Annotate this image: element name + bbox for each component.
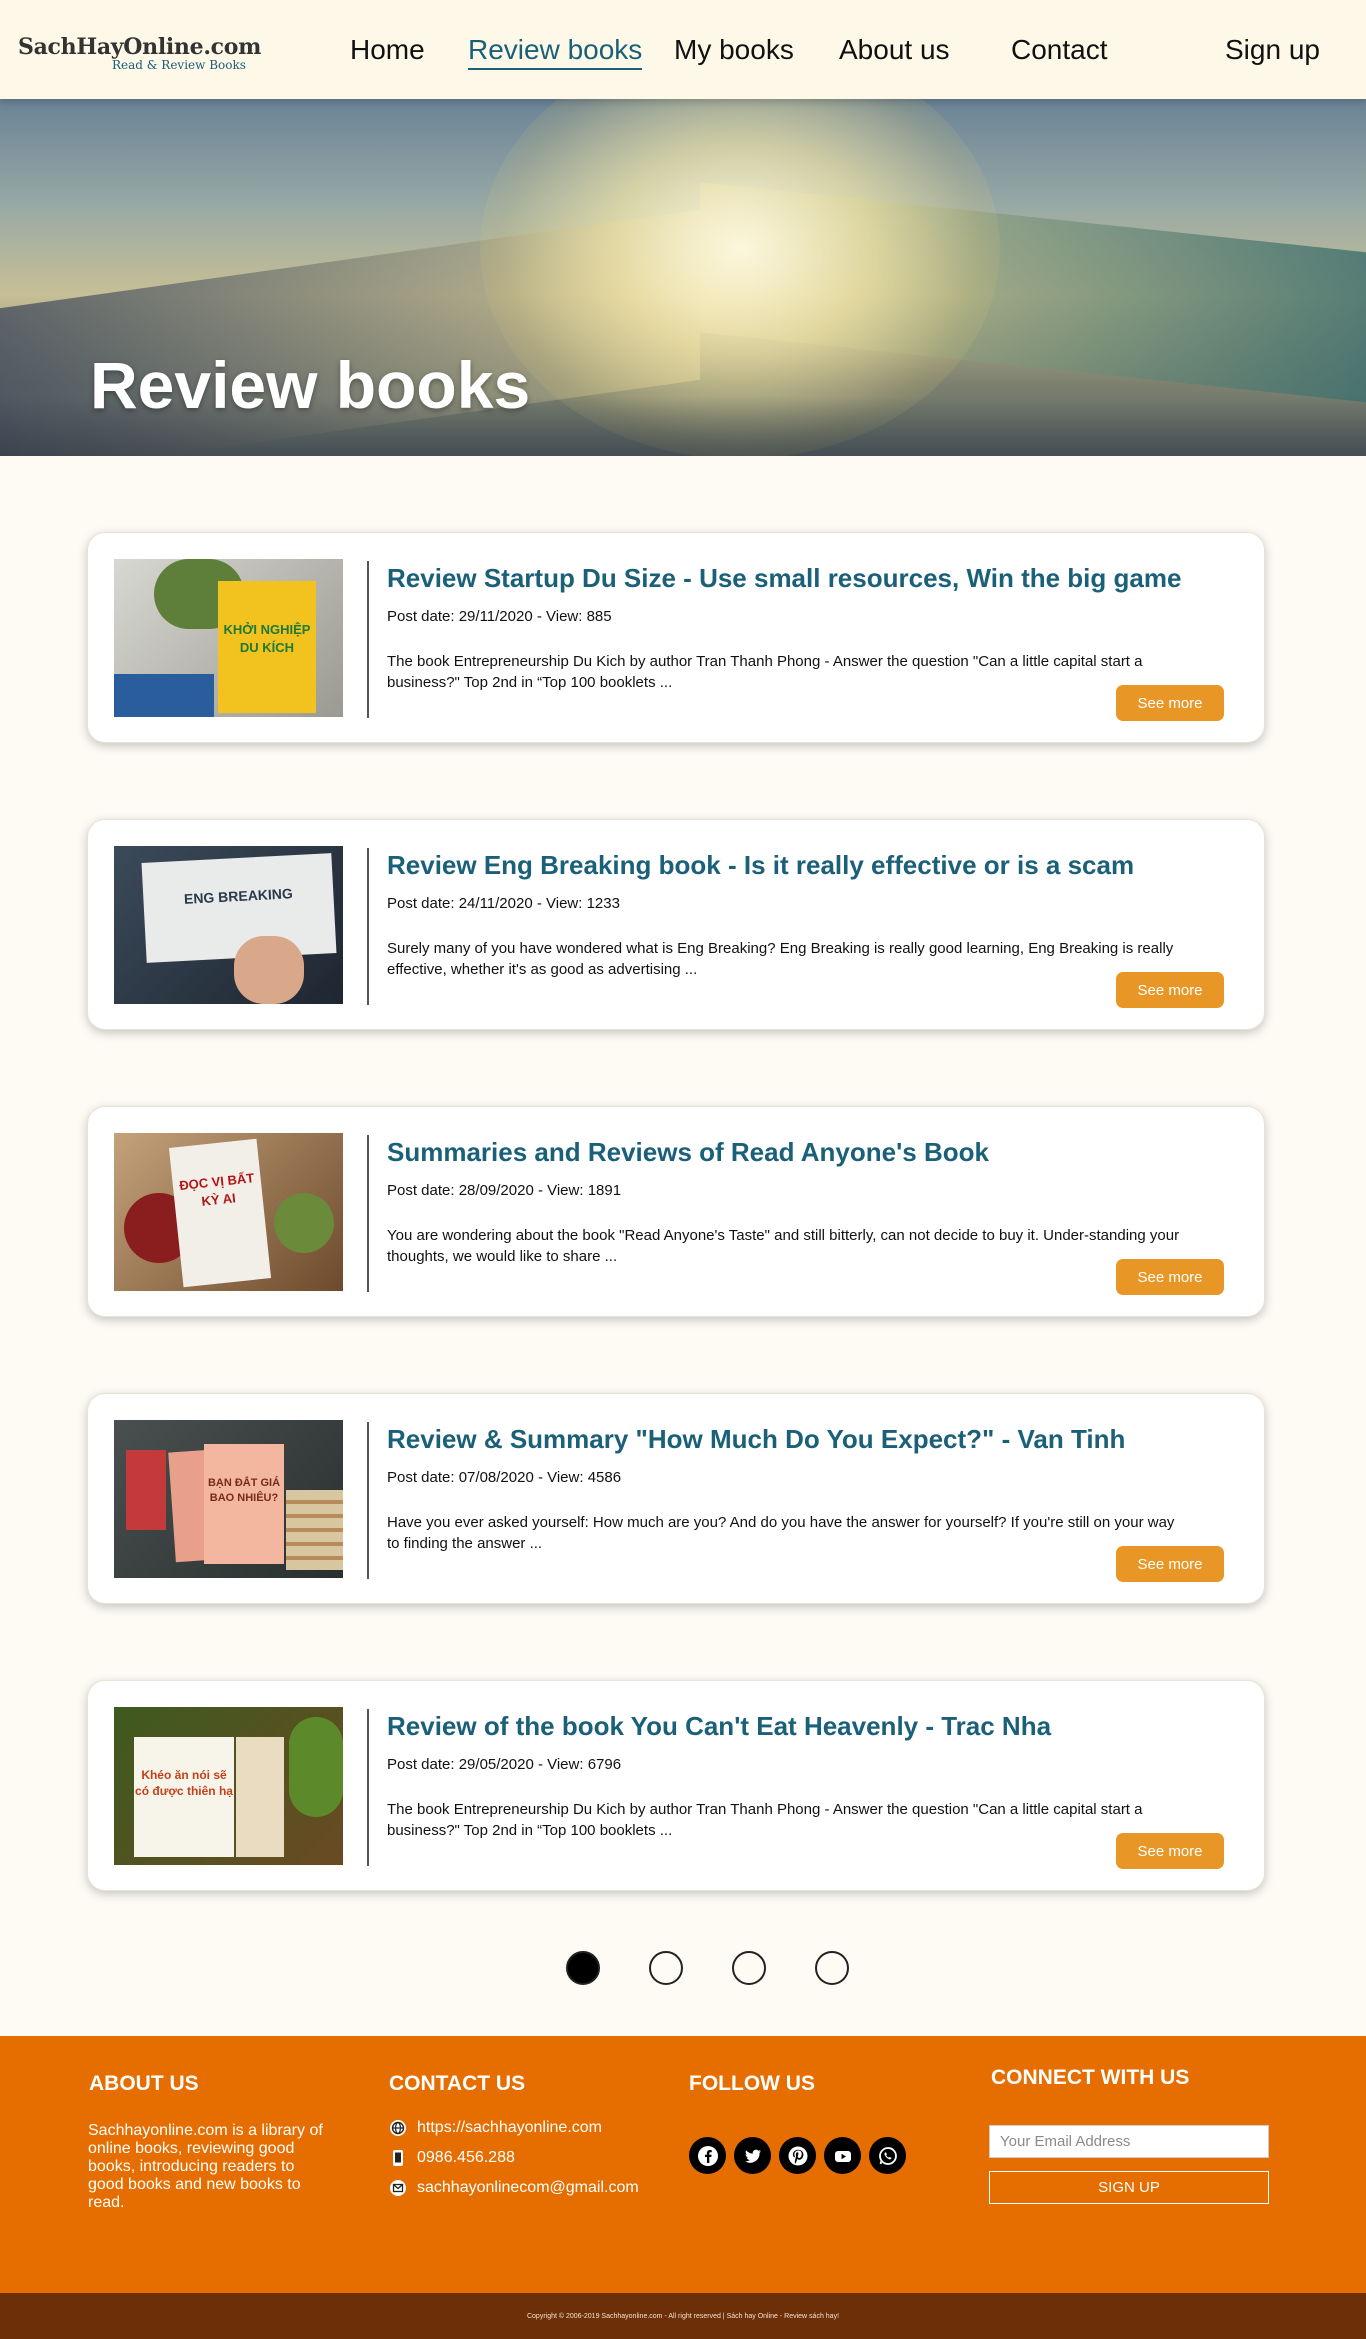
review-card: KHỞI NGHIỆP DU KÍCH Review Startup Du Si… <box>87 532 1265 743</box>
review-title[interactable]: Review & Summary "How Much Do You Expect… <box>387 1424 1125 1455</box>
footer-phone[interactable]: 0986.456.288 <box>389 2149 515 2167</box>
site-logo[interactable]: SachHayOnline.com Read & Review Books <box>18 34 262 72</box>
review-excerpt: You are wondering about the book "Read A… <box>387 1227 1180 1265</box>
book-cover-image[interactable]: BẠN ĐẮT GIÁ BAO NHIÊU? <box>114 1420 343 1578</box>
book-cover-image[interactable]: ENG BREAKING <box>114 846 343 1004</box>
logo-tagline: Read & Review Books <box>112 58 246 72</box>
youtube-icon[interactable] <box>824 2137 861 2174</box>
see-more-button[interactable]: See more <box>1116 1546 1224 1582</box>
mail-icon <box>389 2179 407 2197</box>
see-more-button[interactable]: See more <box>1116 1259 1224 1295</box>
nav-contact[interactable]: Contact <box>1011 34 1108 66</box>
review-title[interactable]: Review of the book You Can't Eat Heavenl… <box>387 1711 1051 1742</box>
book-cover-image[interactable]: ĐỌC VỊ BẤT KỲ AI <box>114 1133 343 1291</box>
footer-about-heading: ABOUT US <box>89 2072 199 2095</box>
footer-email-text: sachhayonlinecom@gmail.com <box>417 2179 639 2196</box>
review-card: ENG BREAKING Review Eng Breaking book - … <box>87 819 1265 1030</box>
site-footer: ABOUT US Sachhayonline.com is a library … <box>0 2036 1366 2293</box>
footer-connect-heading: CONNECT WITH US <box>991 2066 1190 2089</box>
hero-banner: Review books <box>0 99 1366 456</box>
footer-website[interactable]: https://sachhayonline.com <box>389 2119 602 2137</box>
review-card: ĐỌC VỊ BẤT KỲ AI Summaries and Reviews o… <box>87 1106 1265 1317</box>
book-cover-image[interactable]: KHỞI NGHIỆP DU KÍCH <box>114 559 343 717</box>
footer-about-text: Sachhayonline.com is a library of online… <box>88 2122 323 2211</box>
footer-website-text: https://sachhayonline.com <box>417 2119 602 2136</box>
globe-icon <box>389 2119 407 2137</box>
review-meta: Post date: 29/05/2020 - View: 6796 <box>387 1756 622 1773</box>
nav-review-books[interactable]: Review books <box>468 34 643 70</box>
review-excerpt: Have you ever asked yourself: How much a… <box>387 1514 1175 1552</box>
phone-icon <box>389 2149 407 2167</box>
pagination-dot-2[interactable] <box>649 1951 683 1985</box>
newsletter-email-input[interactable] <box>989 2125 1269 2158</box>
social-links <box>689 2137 906 2174</box>
logo-main-text: SachHayOnline.com <box>18 34 262 60</box>
pagination-dot-1[interactable] <box>566 1951 600 1985</box>
see-more-button[interactable]: See more <box>1116 1833 1224 1869</box>
review-excerpt: Surely many of you have wondered what is… <box>387 940 1174 978</box>
copyright-bar: Copyright © 2006-2019 Sachhayonline.com … <box>0 2293 1366 2339</box>
review-title[interactable]: Review Eng Breaking book - Is it really … <box>387 850 1134 881</box>
footer-phone-text: 0986.456.288 <box>417 2149 515 2166</box>
review-excerpt: The book Entrepreneurship Du Kich by aut… <box>387 1801 1143 1839</box>
whatsapp-icon[interactable] <box>869 2137 906 2174</box>
review-card: Khéo ăn nói sẽ có được thiên hạ Review o… <box>87 1680 1265 1891</box>
facebook-icon[interactable] <box>689 2137 726 2174</box>
footer-email[interactable]: sachhayonlinecom@gmail.com <box>389 2179 639 2197</box>
review-excerpt: The book Entrepreneurship Du Kich by aut… <box>387 653 1143 691</box>
review-meta: Post date: 24/11/2020 - View: 1233 <box>387 895 620 912</box>
page-title: Review books <box>90 348 531 422</box>
nav-about-us[interactable]: About us <box>839 34 950 66</box>
pinterest-icon[interactable] <box>779 2137 816 2174</box>
footer-follow-heading: FOLLOW US <box>689 2072 815 2095</box>
twitter-icon[interactable] <box>734 2137 771 2174</box>
sign-up-link[interactable]: Sign up <box>1225 34 1320 66</box>
pagination-dot-4[interactable] <box>815 1951 849 1985</box>
review-title[interactable]: Summaries and Reviews of Read Anyone's B… <box>387 1137 989 1168</box>
review-meta: Post date: 07/08/2020 - View: 4586 <box>387 1469 622 1486</box>
copyright-text: Copyright © 2006-2019 Sachhayonline.com … <box>526 2313 840 2320</box>
footer-contact-heading: CONTACT US <box>389 2072 526 2095</box>
newsletter-signup-button[interactable]: SIGN UP <box>989 2171 1269 2204</box>
review-title[interactable]: Review Startup Du Size - Use small resou… <box>387 563 1181 594</box>
pagination-dot-3[interactable] <box>732 1951 766 1985</box>
nav-my-books[interactable]: My books <box>674 34 794 66</box>
nav-home[interactable]: Home <box>350 34 425 66</box>
book-cover-image[interactable]: Khéo ăn nói sẽ có được thiên hạ <box>114 1707 343 1865</box>
see-more-button[interactable]: See more <box>1116 972 1224 1008</box>
see-more-button[interactable]: See more <box>1116 685 1224 721</box>
review-card: BẠN ĐẮT GIÁ BAO NHIÊU? Review & Summary … <box>87 1393 1265 1604</box>
site-header: SachHayOnline.com Read & Review Books Ho… <box>0 0 1366 99</box>
review-meta: Post date: 29/11/2020 - View: 885 <box>387 608 612 625</box>
review-meta: Post date: 28/09/2020 - View: 1891 <box>387 1182 622 1199</box>
